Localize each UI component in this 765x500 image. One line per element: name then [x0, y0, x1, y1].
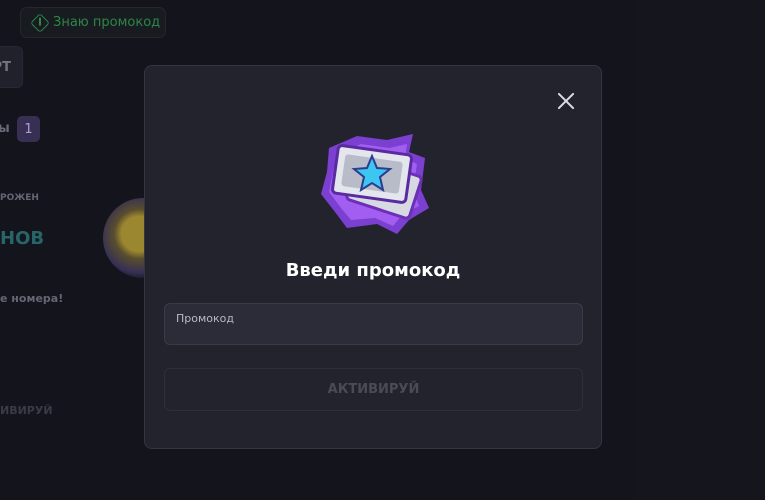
- promo-code-label: Промокод: [176, 312, 234, 325]
- promo-code-field[interactable]: Промокод: [164, 303, 583, 345]
- close-icon[interactable]: [555, 90, 577, 112]
- promo-modal: Введи промокод Промокод АКТИВИРУЙ: [144, 65, 602, 449]
- activate-button[interactable]: АКТИВИРУЙ: [164, 368, 583, 411]
- ticket-star-icon: [321, 134, 429, 234]
- promo-code-input[interactable]: [176, 326, 571, 342]
- modal-title: Введи промокод: [285, 260, 461, 281]
